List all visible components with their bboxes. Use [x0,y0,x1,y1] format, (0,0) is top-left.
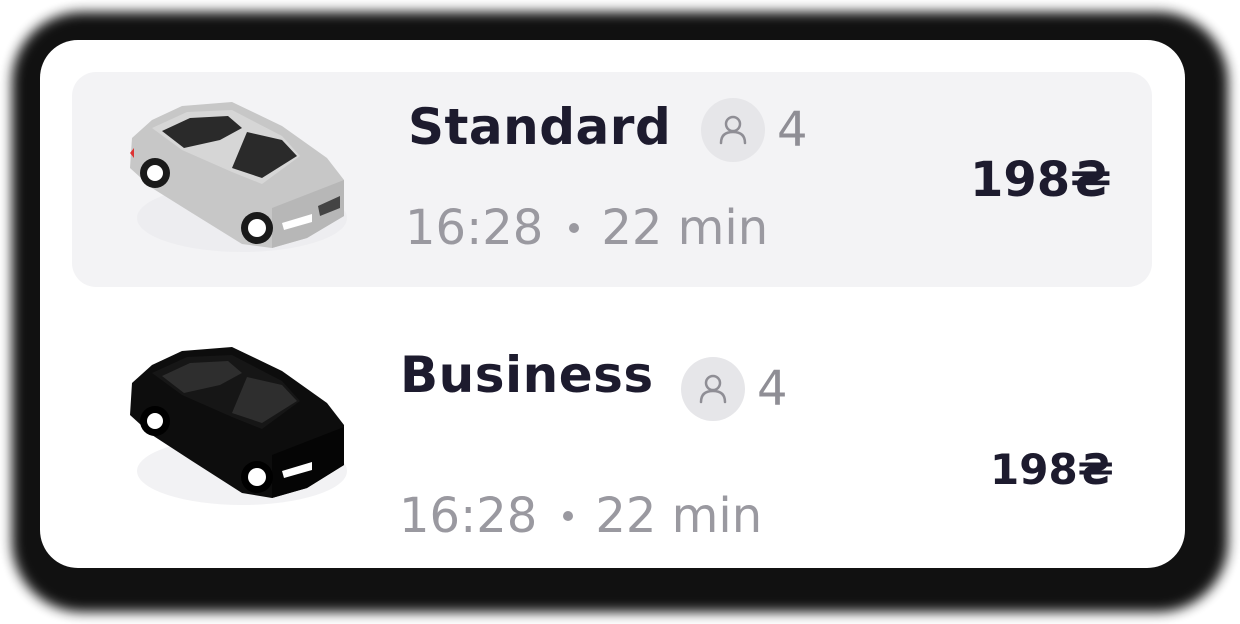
arrival-time: 16:28 [399,488,538,544]
seat-capacity: 4 [701,98,808,162]
ride-option-standard[interactable]: Standard 4 16:28 22 min 198₴ [72,72,1152,287]
black-sedan-icon [130,347,347,505]
ride-options-card: Standard 4 16:28 22 min 198₴ Business 4 … [40,40,1185,568]
ride-option-name: Business [400,346,654,404]
person-icon [701,98,765,162]
trip-duration: 22 min [595,488,763,544]
silver-sedan-icon [130,102,347,252]
separator-dot [569,223,580,233]
person-icon [681,357,745,421]
arrival-eta: 16:28 22 min [399,488,762,544]
seat-count: 4 [757,361,788,417]
ride-price: 198₴ [970,152,1112,208]
trip-duration: 22 min [601,200,769,256]
arrival-time: 16:28 [405,200,544,256]
separator-dot [563,511,574,521]
ride-option-name: Standard [408,98,672,156]
seat-capacity: 4 [681,357,788,421]
arrival-eta: 16:28 22 min [405,200,768,256]
ride-option-business[interactable]: Business 4 16:28 22 min 198₴ [72,323,1152,544]
ride-price: 198₴ [990,445,1114,494]
seat-count: 4 [777,102,808,158]
